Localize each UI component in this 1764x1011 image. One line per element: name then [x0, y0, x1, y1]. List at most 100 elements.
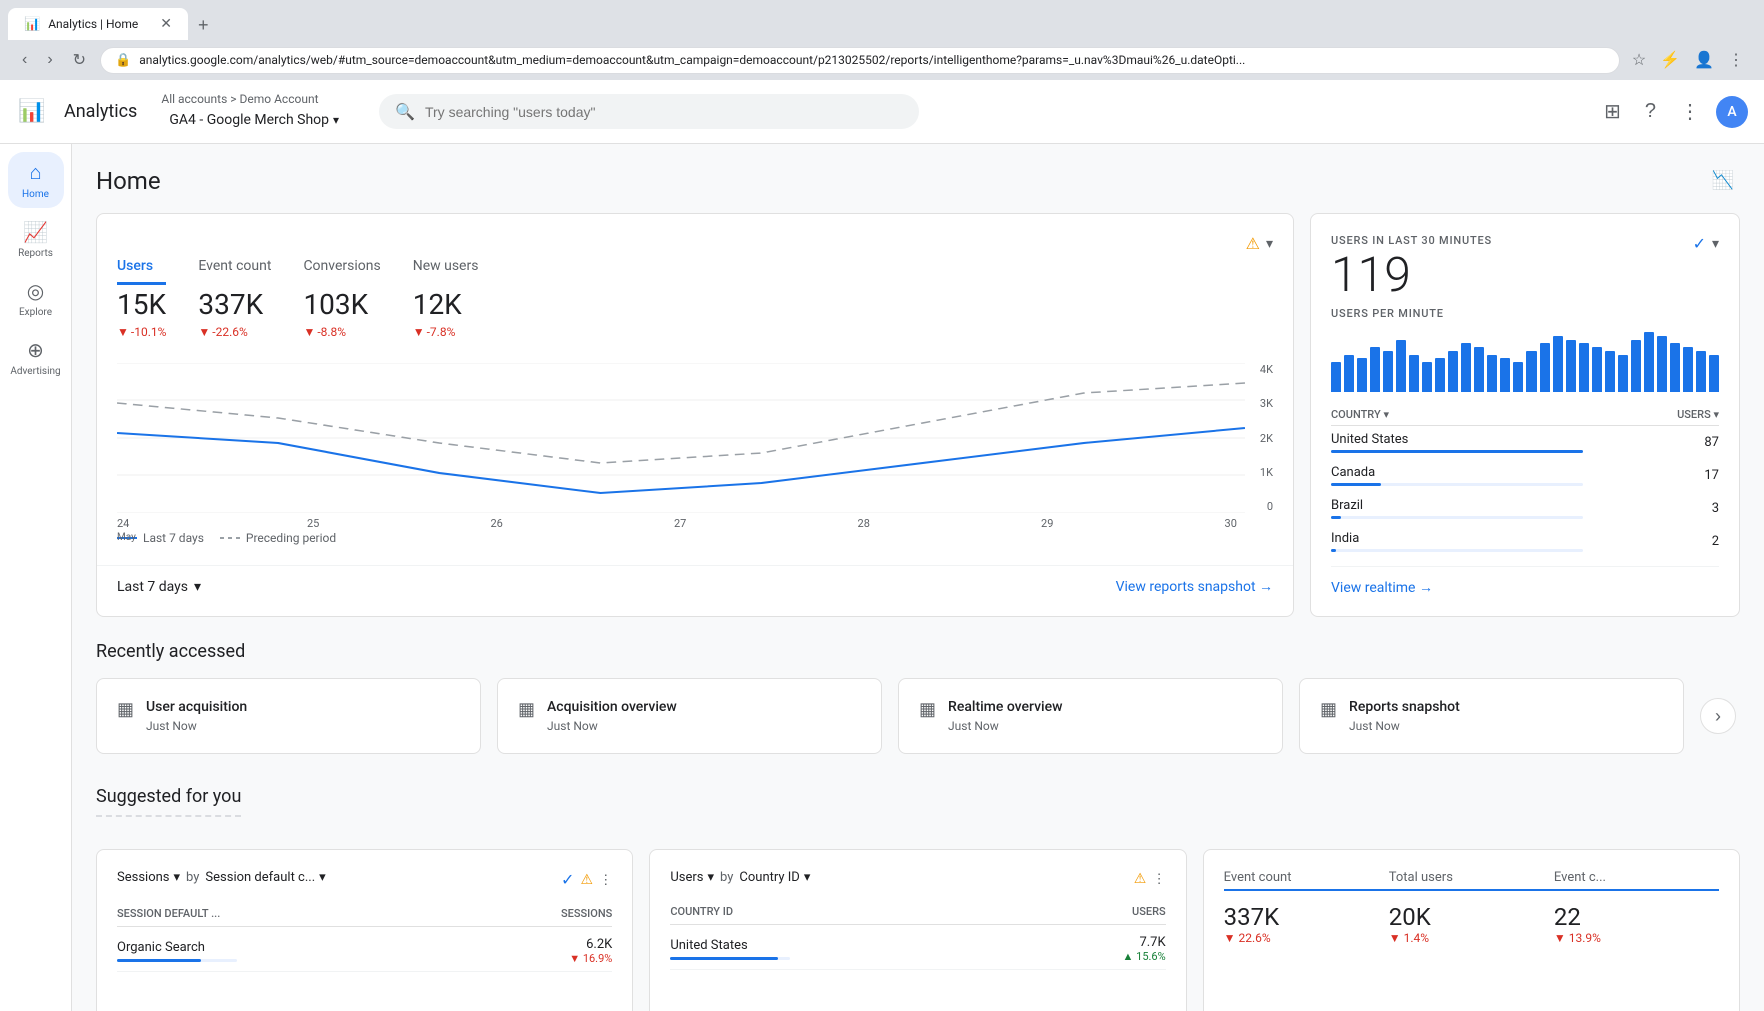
- bar: [1487, 355, 1497, 393]
- acquisition-overview-title: Acquisition overview: [547, 699, 677, 715]
- back-button[interactable]: ‹: [16, 49, 33, 71]
- chevron-down-icon: ▾: [707, 870, 714, 885]
- property-selector[interactable]: GA4 - Google Merch Shop ▾: [161, 108, 347, 132]
- sidebar-item-home[interactable]: ⌂ Home: [8, 152, 64, 208]
- recent-card-realtime-overview[interactable]: ▦ Realtime overview Just Now: [898, 678, 1283, 754]
- bar: [1657, 336, 1667, 392]
- close-tab-button[interactable]: ✕: [160, 16, 172, 32]
- search-bar[interactable]: 🔍: [379, 94, 919, 129]
- alert-button[interactable]: ⚠: [580, 870, 593, 889]
- recently-next-button[interactable]: ›: [1700, 698, 1736, 734]
- header-actions: 📉: [1706, 164, 1740, 197]
- view-realtime-link[interactable]: View realtime →: [1331, 579, 1719, 596]
- us-row: United States 7.7K ▲ 15.6%: [670, 929, 1165, 970]
- stats-card-content: Users 15K ▼ -10.1% Event count 337: [97, 214, 1293, 565]
- home-icon: ⌂: [29, 160, 41, 185]
- country-col-header[interactable]: COUNTRY ▾: [1331, 404, 1583, 426]
- us-change: ▲ 15.6%: [1123, 950, 1166, 963]
- reload-button[interactable]: ↻: [67, 48, 92, 72]
- recent-card-user-acquisition[interactable]: ▦ User acquisition Just Now: [96, 678, 481, 754]
- recent-card-reports-snapshot[interactable]: ▦ Reports snapshot Just Now: [1299, 678, 1684, 754]
- menu-button[interactable]: ⋮: [1724, 46, 1748, 74]
- more-options-button[interactable]: ⋮: [599, 870, 612, 889]
- users-filter[interactable]: Users ▾: [670, 870, 714, 885]
- metric-dropdown-button[interactable]: ▾: [1266, 235, 1273, 252]
- x-label-24: 24May: [117, 517, 136, 543]
- extensions-button[interactable]: ⚡: [1656, 46, 1684, 74]
- more-options-button2[interactable]: ⋮: [1152, 870, 1165, 887]
- realtime-overview-title: Realtime overview: [948, 699, 1063, 715]
- users-col: USERS: [1132, 905, 1166, 918]
- tab-new-users[interactable]: New users: [413, 250, 479, 285]
- view-reports-snapshot-link[interactable]: View reports snapshot →: [1116, 578, 1273, 595]
- x-label-26: 26: [490, 517, 502, 543]
- more-menu-button[interactable]: ⋮: [1672, 91, 1708, 132]
- country-row: Brazil 3: [1331, 492, 1719, 525]
- country-cell: United States: [1331, 426, 1583, 460]
- bar: [1526, 351, 1536, 392]
- forward-button[interactable]: ›: [41, 49, 58, 71]
- check-circle-icon: ✓: [561, 870, 574, 889]
- chevron-down-icon: ▾: [333, 113, 339, 127]
- app-wrapper: 📊 Analytics All accounts > Demo Account …: [0, 80, 1764, 1011]
- stats-card-footer: Last 7 days ▾ View reports snapshot →: [97, 565, 1293, 607]
- profile-button[interactable]: 👤: [1690, 46, 1718, 74]
- bookmark-button[interactable]: ☆: [1628, 46, 1650, 74]
- address-bar[interactable]: 🔒 analytics.google.com/analytics/web/#ut…: [100, 47, 1620, 74]
- users-col-header[interactable]: USERS ▾: [1583, 404, 1719, 426]
- grid-button[interactable]: ⊞: [1596, 91, 1629, 132]
- stat-metrics: Users 15K ▼ -10.1% Event count 337: [117, 234, 478, 355]
- bar: [1396, 340, 1406, 393]
- new-tab-button[interactable]: +: [190, 11, 217, 40]
- bar: [1422, 362, 1432, 392]
- sidebar-item-advertising[interactable]: ⊕ Advertising: [0, 330, 73, 385]
- bar: [1540, 343, 1550, 392]
- search-input[interactable]: [425, 104, 903, 120]
- tab-favicon: 📊: [24, 17, 40, 32]
- avatar[interactable]: A: [1716, 96, 1748, 128]
- recent-card-acquisition-overview[interactable]: ▦ Acquisition overview Just Now: [497, 678, 882, 754]
- realtime-footer: View realtime →: [1331, 566, 1719, 596]
- chevron-right-icon: ›: [1715, 706, 1721, 727]
- tab-conversions[interactable]: Conversions: [303, 250, 380, 285]
- bar: [1383, 351, 1393, 392]
- country-cell: Brazil: [1331, 492, 1583, 525]
- main-content: Home 📉 Users 15K: [72, 144, 1764, 1011]
- sidebar-item-explore[interactable]: ◎ Explore: [7, 271, 64, 326]
- x-label-27: 27: [674, 517, 686, 543]
- session-default-filter[interactable]: Session default c... ▾: [205, 870, 325, 885]
- sidebar-item-reports[interactable]: 📈 Reports: [6, 212, 65, 267]
- chevron-down-icon: ▾: [319, 870, 326, 885]
- metric-conversions: Conversions 103K ▼ -8.8%: [303, 250, 380, 339]
- total-users-value: 20K: [1389, 903, 1554, 931]
- url-text: analytics.google.com/analytics/web/#utm_…: [139, 53, 1605, 67]
- recently-accessed-title: Recently accessed: [96, 641, 1740, 662]
- alert-button2[interactable]: ⚠: [1134, 870, 1147, 887]
- check-icon: ✓: [1693, 234, 1706, 253]
- country-id-filter[interactable]: Country ID ▾: [739, 870, 810, 885]
- sort-icon: ▾: [1383, 408, 1389, 421]
- bar: [1683, 347, 1693, 392]
- realtime-dropdown-button[interactable]: ▾: [1712, 235, 1719, 252]
- tab-event-count[interactable]: Event count: [198, 250, 271, 285]
- tab-users[interactable]: Users: [117, 250, 166, 285]
- y-label-4k: 4K: [1253, 363, 1273, 376]
- bar-container: [670, 957, 790, 960]
- bar: [1644, 332, 1654, 392]
- sparkline-button[interactable]: 📉: [1706, 164, 1740, 197]
- event-count-label: Event count: [1224, 870, 1389, 885]
- sort-icon: ▾: [1713, 408, 1719, 421]
- bar: [1461, 343, 1471, 392]
- sessions-filter[interactable]: Sessions ▾: [117, 870, 180, 885]
- help-button[interactable]: ?: [1637, 92, 1664, 131]
- suggested-sessions-card: Sessions ▾ by Session default c... ▾: [96, 849, 633, 1011]
- organic-search-bar: [117, 959, 201, 962]
- date-filter[interactable]: Last 7 days ▾: [117, 579, 201, 595]
- reports-snapshot-title: Reports snapshot: [1349, 699, 1460, 715]
- bar: [1579, 343, 1589, 392]
- browser-chrome: 📊 Analytics | Home ✕ + ‹ › ↻ 🔒 analytics…: [0, 0, 1764, 80]
- active-tab[interactable]: 📊 Analytics | Home ✕: [8, 8, 188, 40]
- session-default-label: Session default c...: [205, 870, 315, 885]
- sidebar-label-advertising: Advertising: [10, 366, 60, 377]
- realtime-bar-chart: [1331, 332, 1719, 392]
